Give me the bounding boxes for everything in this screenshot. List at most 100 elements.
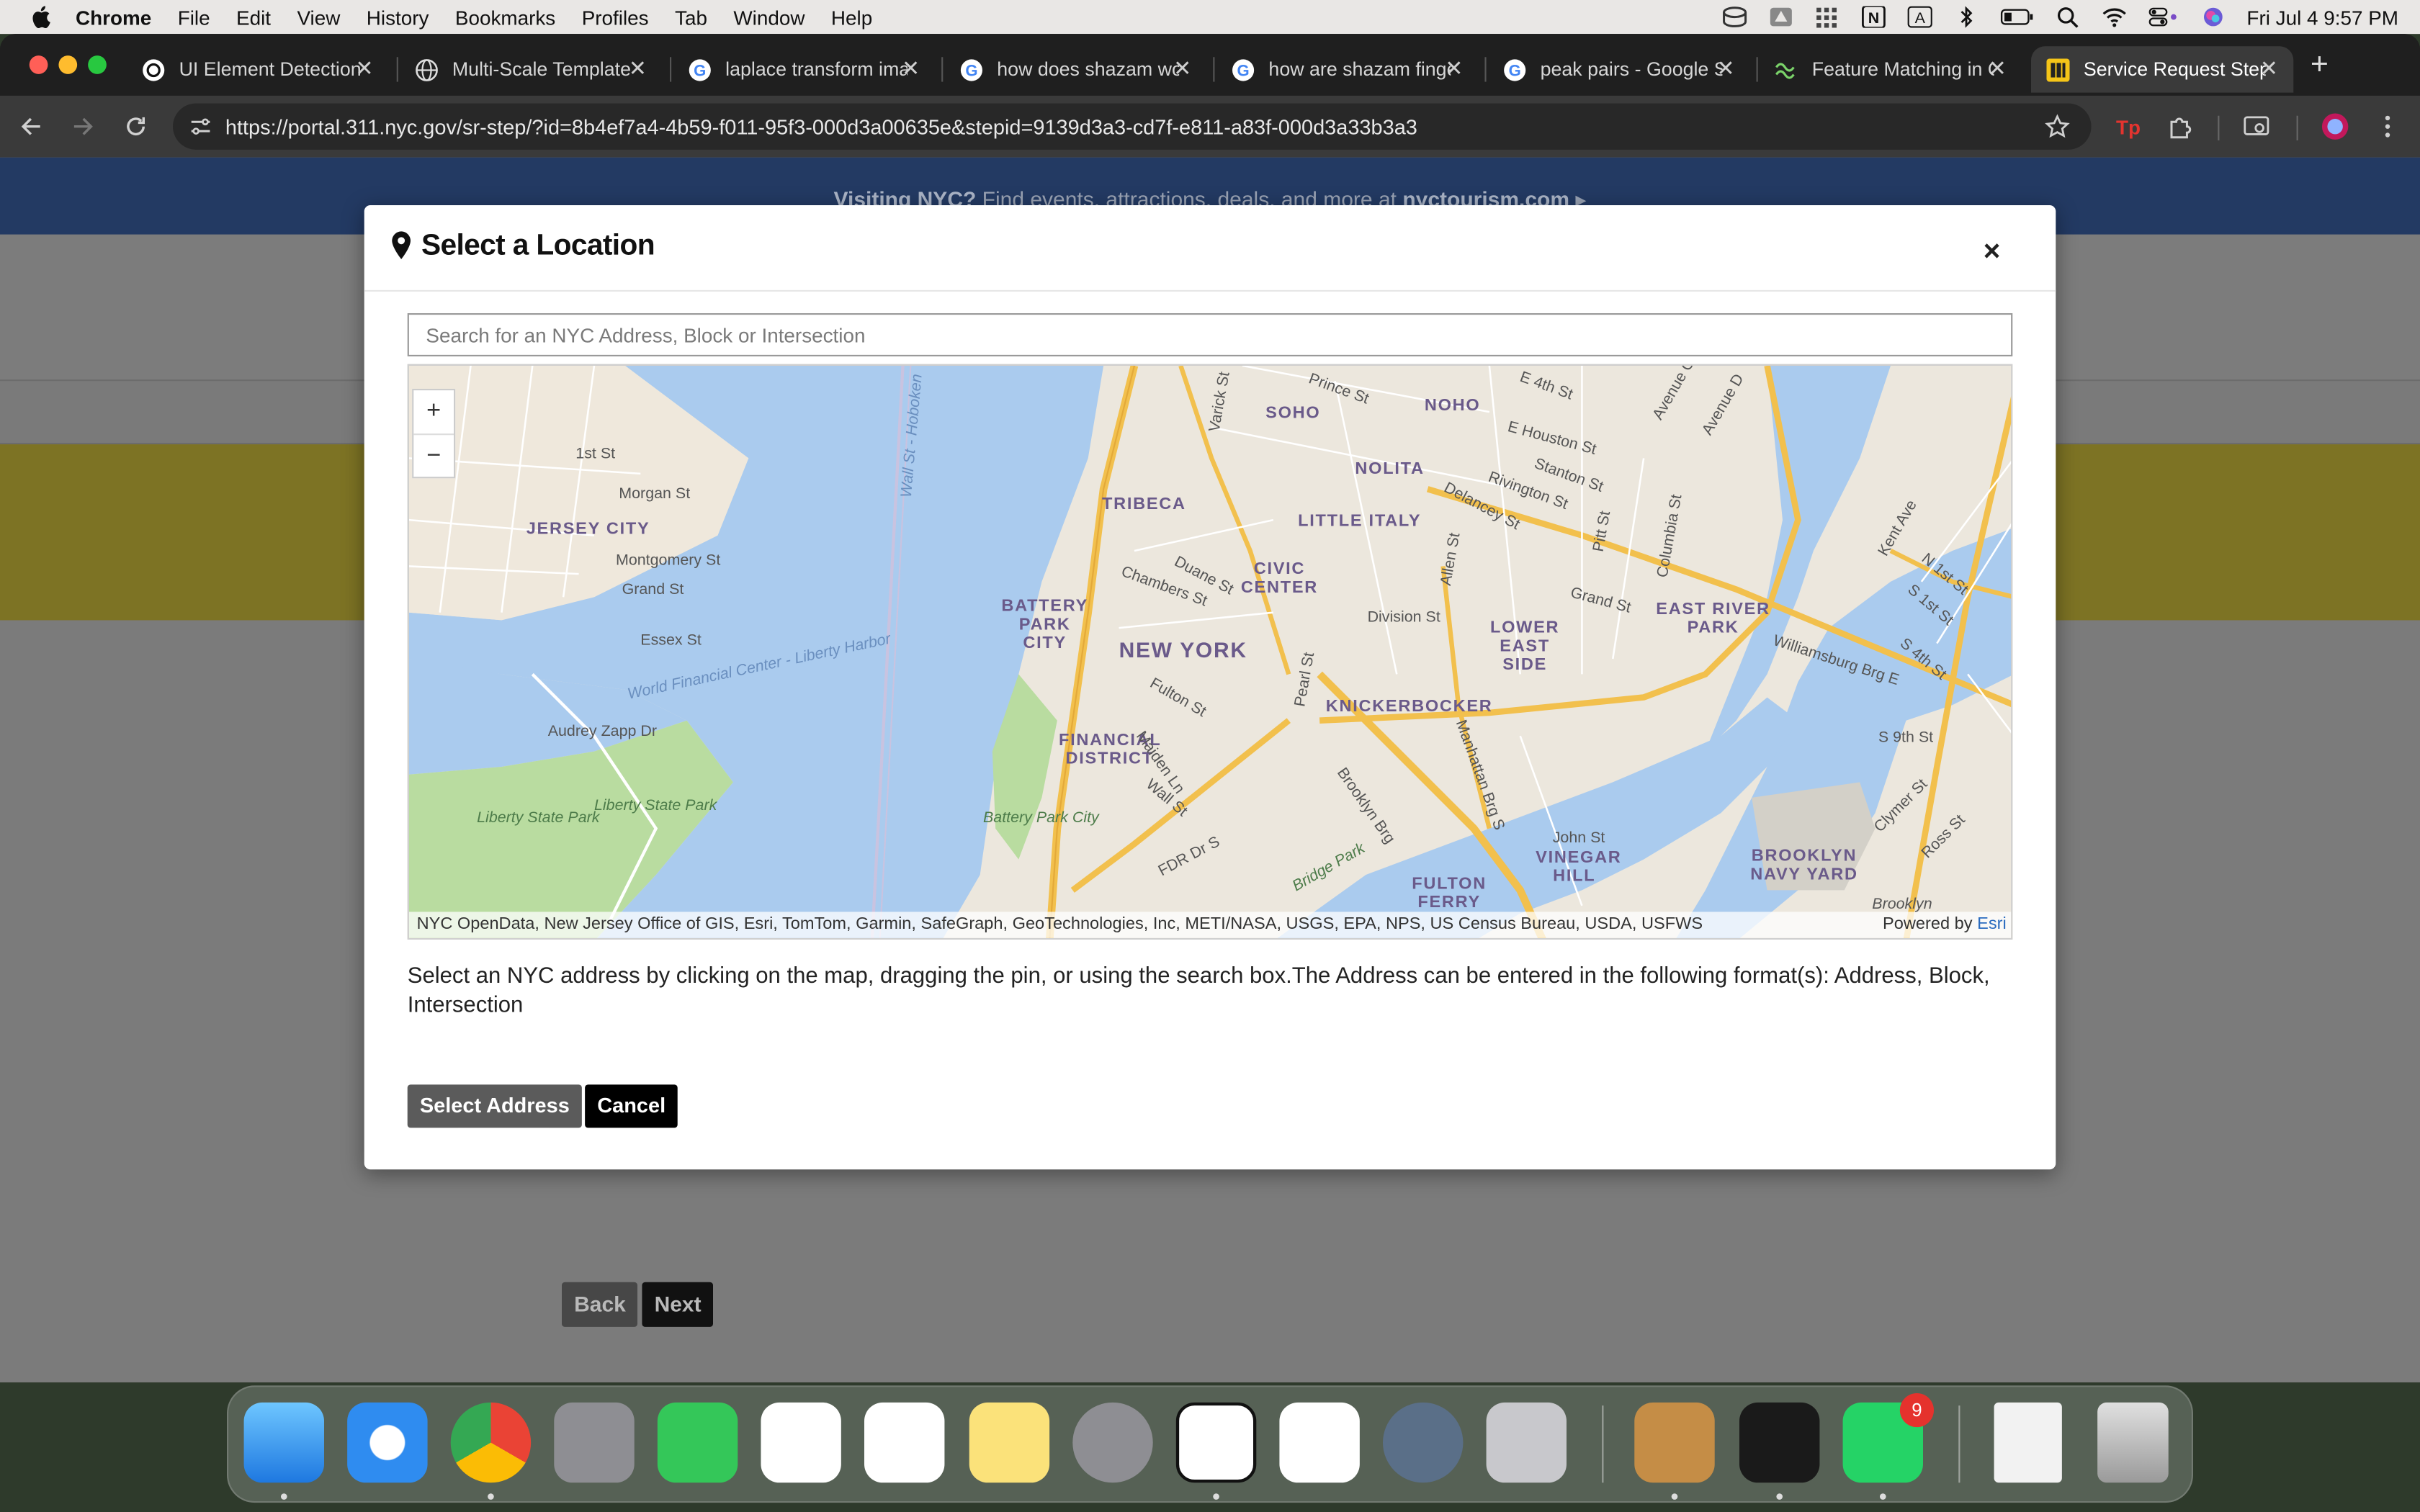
tab-title: Feature Matching in OpenCV	[1811, 58, 1994, 81]
toolbar-divider	[2218, 115, 2220, 140]
url-text: https://portal.311.nyc.gov/sr-step/?id=8…	[225, 114, 1417, 138]
close-tab-icon[interactable]: ✕	[1445, 55, 1463, 81]
menu-help[interactable]: Help	[831, 6, 872, 29]
wifi-icon[interactable]	[2102, 6, 2126, 28]
back-arrow-icon[interactable]	[19, 114, 43, 139]
calendar-icon[interactable]	[1279, 1402, 1360, 1483]
iphone-mirroring-icon[interactable]	[1486, 1402, 1567, 1483]
menu-edit[interactable]: Edit	[236, 6, 271, 29]
tab-peak-pairs[interactable]: G peak pairs - Google Search ✕	[1488, 46, 1750, 92]
new-tab-button[interactable]: +	[2311, 48, 2329, 83]
running-indicator	[281, 1493, 287, 1500]
notion-icon[interactable]	[1175, 1402, 1257, 1483]
clock[interactable]: Fri Jul 4 9:57 PM	[2246, 6, 2398, 29]
notes-icon[interactable]	[969, 1402, 1050, 1483]
extension-tp-icon[interactable]: Tp	[2115, 112, 2143, 140]
cursor-icon[interactable]	[1739, 1402, 1820, 1483]
apple-logo-icon[interactable]	[26, 4, 54, 29]
tab-multi-scale-template[interactable]: Multi-Scale Template ✕	[400, 46, 662, 92]
google-icon: G	[1504, 58, 1526, 81]
tab-shazam-work[interactable]: G how does shazam work ✕	[944, 46, 1206, 92]
launchpad-icon[interactable]	[554, 1402, 635, 1483]
tab-title: Multi-Scale Template	[452, 58, 631, 81]
close-tab-icon[interactable]: ✕	[1989, 55, 2007, 81]
tab-shazam-fingerprints[interactable]: G how are shazam fingerprints ✕	[1216, 46, 1479, 92]
close-window-button[interactable]	[29, 55, 48, 74]
tab-laplace-transform[interactable]: G laplace transform image ✕	[673, 46, 935, 92]
minimize-window-button[interactable]	[58, 55, 78, 74]
close-tab-icon[interactable]: ✕	[355, 55, 373, 81]
map-label-nolita: NOLITA	[1355, 459, 1425, 479]
menu-profiles[interactable]: Profiles	[582, 6, 649, 29]
menu-history[interactable]: History	[367, 6, 429, 29]
running-indicator	[1776, 1493, 1783, 1500]
profile-avatar-icon[interactable]	[2321, 112, 2349, 140]
grid-icon[interactable]	[1814, 6, 1839, 28]
address-bar[interactable]: https://portal.311.nyc.gov/sr-step/?id=8…	[173, 103, 2092, 150]
tab-divider	[1756, 57, 1758, 82]
extensions-puzzle-icon[interactable]	[2167, 112, 2195, 140]
quicktime-icon[interactable]	[1383, 1402, 1464, 1483]
back-button[interactable]: Back	[562, 1282, 639, 1327]
site-info-icon[interactable]	[190, 116, 212, 138]
safari-icon[interactable]	[347, 1402, 428, 1483]
zoom-out-button[interactable]: −	[413, 435, 454, 480]
menu-window[interactable]: Window	[733, 6, 805, 29]
google-icon: G	[960, 58, 982, 81]
address-search-input[interactable]	[407, 313, 2013, 356]
esri-link[interactable]: Esri	[1977, 915, 2007, 934]
menu-tab[interactable]: Tab	[675, 6, 707, 29]
document-icon[interactable]	[1994, 1402, 2062, 1483]
running-indicator	[488, 1493, 494, 1500]
zoom-window-button[interactable]	[88, 55, 107, 74]
input-source-icon[interactable]: A	[1907, 6, 1932, 28]
svg-text:Tp: Tp	[2116, 116, 2141, 138]
siri-icon[interactable]	[2200, 6, 2225, 28]
bear-icon[interactable]	[1634, 1402, 1715, 1483]
slack-icon[interactable]	[864, 1402, 945, 1483]
disk-icon[interactable]	[1722, 6, 1747, 28]
select-address-button[interactable]: Select Address	[407, 1084, 582, 1128]
close-tab-icon[interactable]: ✕	[1716, 55, 1734, 81]
notion-menubar-icon[interactable]: N	[1861, 6, 1886, 28]
dialog-header: Select a Location ×	[364, 205, 2056, 292]
control-center-icon[interactable]	[2148, 6, 2179, 28]
close-tab-icon[interactable]: ✕	[902, 55, 920, 81]
bookmark-star-icon[interactable]	[2045, 114, 2070, 139]
battery-icon[interactable]	[2000, 6, 2034, 28]
map-label-street: 1st St	[575, 446, 616, 463]
messages-icon[interactable]	[657, 1402, 738, 1483]
jira-icon[interactable]	[761, 1402, 841, 1483]
chrome-icon[interactable]	[450, 1402, 532, 1483]
tab-feature-matching[interactable]: Feature Matching in OpenCV ✕	[1760, 46, 2022, 92]
cancel-button[interactable]: Cancel	[585, 1084, 678, 1128]
map-label-east-river-park: EAST RIVER PARK	[1656, 600, 1770, 637]
settings-icon[interactable]	[1072, 1402, 1153, 1483]
bluetooth-icon[interactable]	[1953, 6, 1978, 28]
menu-view[interactable]: View	[297, 6, 340, 29]
tab-search-icon[interactable]	[2243, 112, 2271, 140]
search-icon[interactable]	[2056, 6, 2080, 28]
tab-ui-element-detection[interactable]: UI Element Detection ✕	[127, 46, 389, 92]
chrome-menu-icon[interactable]	[2374, 112, 2402, 140]
location-map[interactable]: + − JERSEY CITY NEW YORK TRIBECA SOHO NO…	[407, 364, 2013, 940]
menu-file[interactable]: File	[178, 6, 210, 29]
close-dialog-button[interactable]: ×	[1984, 236, 2001, 270]
dock-separator	[1602, 1405, 1604, 1483]
tab-title: how does shazam work	[997, 58, 1180, 81]
close-tab-icon[interactable]: ✕	[2260, 55, 2278, 81]
finder-icon[interactable]	[243, 1402, 324, 1483]
menu-app-chrome[interactable]: Chrome	[76, 6, 151, 29]
reload-icon[interactable]	[123, 114, 148, 139]
close-tab-icon[interactable]: ✕	[1173, 55, 1191, 81]
close-tab-icon[interactable]: ✕	[629, 55, 647, 81]
menu-bookmarks[interactable]: Bookmarks	[455, 6, 555, 29]
zoom-in-button[interactable]: +	[413, 390, 454, 436]
next-button[interactable]: Next	[642, 1282, 714, 1327]
tab-service-request-step[interactable]: Service Request Step ✕	[2031, 46, 2294, 93]
forward-arrow-icon[interactable]	[71, 114, 96, 139]
toolbar-divider	[2296, 115, 2298, 140]
trash-icon[interactable]	[2097, 1402, 2169, 1483]
map-label-street: Audrey Zapp Dr	[547, 723, 657, 741]
drive-icon[interactable]	[1768, 6, 1793, 28]
